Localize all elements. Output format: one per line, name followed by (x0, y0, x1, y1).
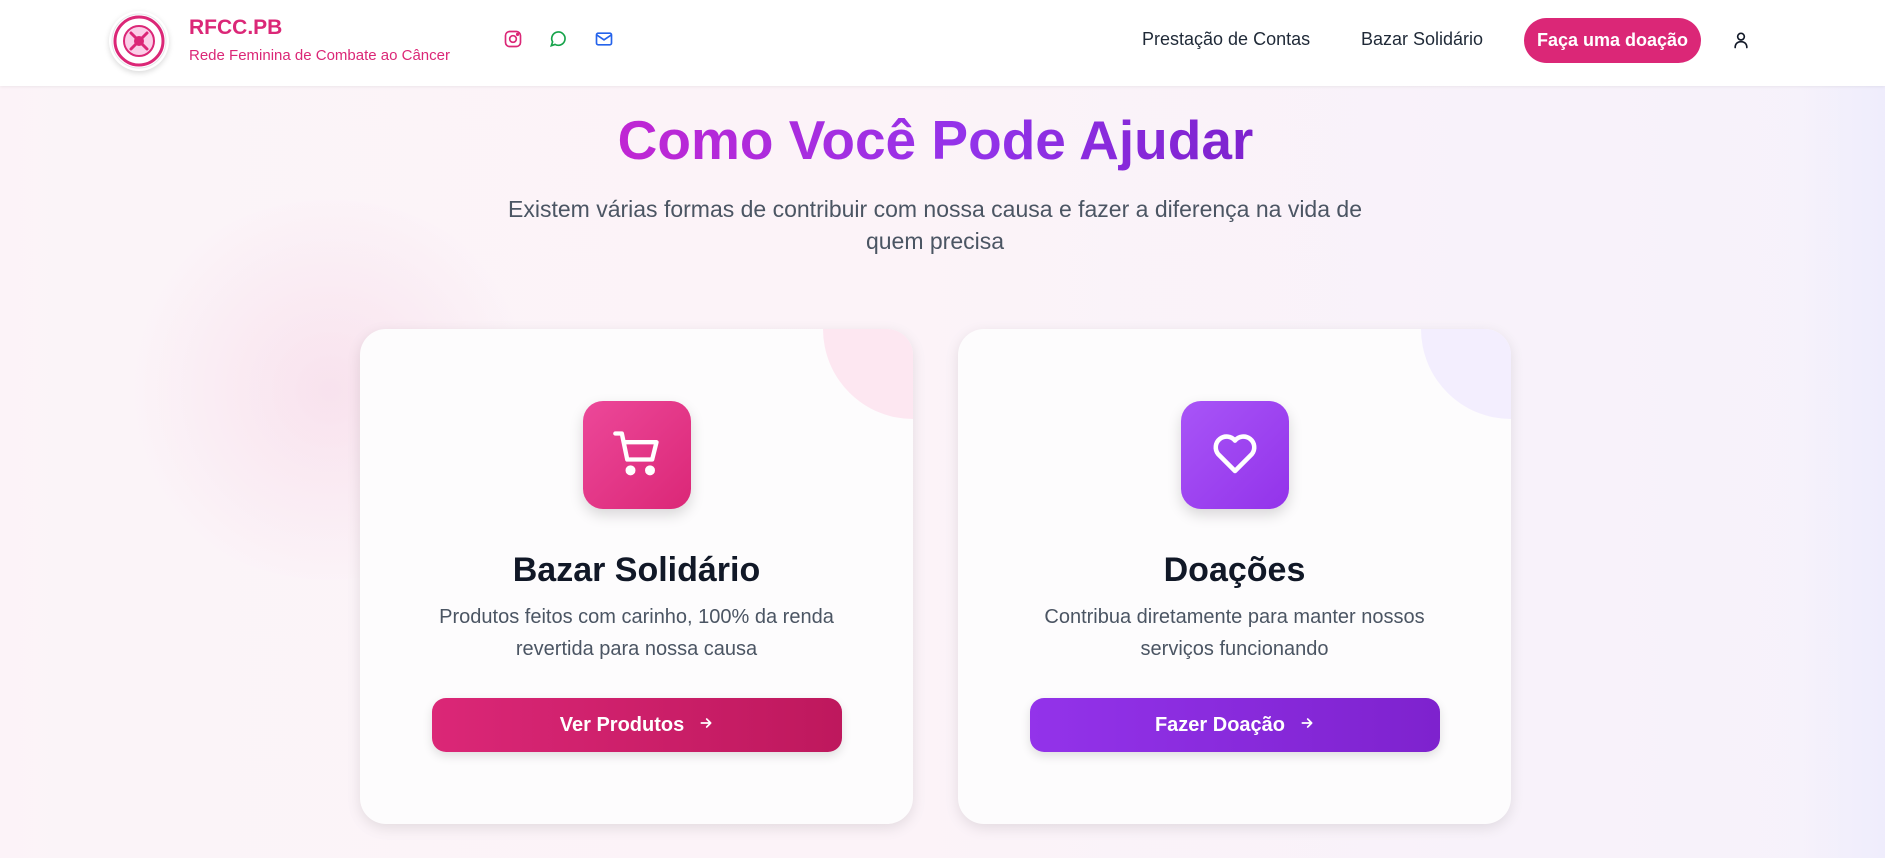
donate-button[interactable]: Faça uma doação (1524, 18, 1701, 63)
card-icon-box (1181, 401, 1289, 509)
page-title: Como Você Pode Ajudar (617, 109, 1254, 171)
user-icon[interactable] (1731, 30, 1751, 50)
brand-subtitle: Rede Feminina de Combate ao Câncer (189, 47, 450, 64)
card-title: Doações (1163, 551, 1306, 589)
card-decoration (823, 329, 913, 419)
instagram-icon[interactable] (503, 29, 523, 49)
shopping-cart-icon (611, 427, 663, 484)
card-icon-box (583, 401, 691, 509)
button-label: Fazer Doação (1154, 713, 1286, 736)
nav-bazaar-link[interactable]: Bazar Solidário (1361, 29, 1483, 50)
card-decoration (1421, 329, 1511, 419)
button-label: Ver Produtos (559, 713, 685, 736)
arrow-right-icon (698, 714, 714, 737)
nav-accounts-link[interactable]: Prestação de Contas (1142, 29, 1310, 50)
card-description: Contribua diretamente para manter nossos… (1044, 606, 1425, 660)
mail-icon[interactable] (594, 29, 614, 49)
site-header: RFCC.PB Rede Feminina de Combate ao Cânc… (0, 0, 1885, 86)
bazaar-card: Bazar Solidário Produtos feitos com cari… (360, 329, 913, 824)
view-products-button[interactable]: Ver Produtos (432, 698, 842, 752)
card-title: Bazar Solidário (512, 551, 761, 589)
logo[interactable] (109, 11, 169, 71)
donations-card: Doações Contribua diretamente para mante… (958, 329, 1511, 824)
whatsapp-icon[interactable] (548, 29, 568, 49)
card-description: Produtos feitos com carinho, 100% da ren… (439, 606, 834, 660)
arrow-right-icon (1299, 714, 1315, 737)
page-subtitle: Existem várias formas de contribuir com … (508, 196, 1362, 254)
brand-name[interactable]: RFCC.PB (189, 16, 282, 40)
make-donation-button[interactable]: Fazer Doação (1030, 698, 1440, 752)
heart-icon (1208, 426, 1262, 485)
